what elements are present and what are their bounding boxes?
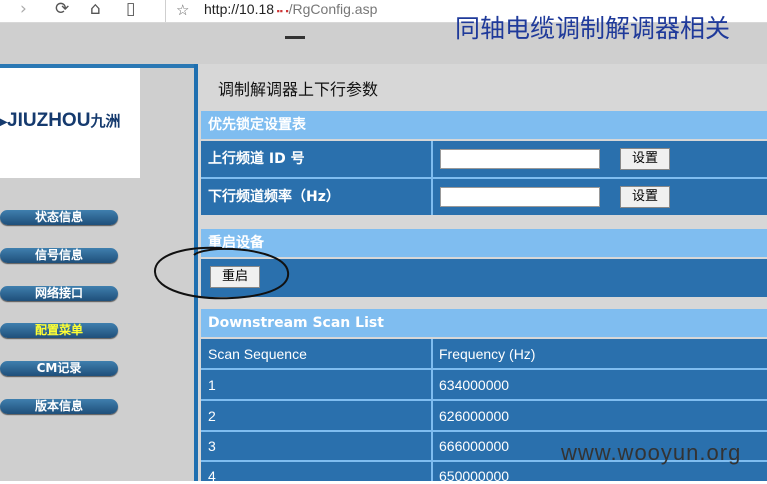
- menu-item-signal[interactable]: 信号信息: [0, 248, 118, 263]
- scan-list-header: Downstream Scan List: [201, 309, 767, 337]
- table-cell-sequence: 2: [208, 408, 216, 424]
- favorite-star-icon[interactable]: ☆: [176, 0, 189, 20]
- table-cell-sequence: 1: [208, 377, 216, 393]
- home-icon[interactable]: ⌂: [90, 0, 101, 19]
- downstream-row: 下行频道频率（Hz） 设置: [201, 179, 767, 215]
- upstream-row: 上行频道 ID 号 设置: [201, 141, 767, 177]
- upstream-channel-input[interactable]: [440, 149, 600, 169]
- divider-mark: [285, 36, 305, 39]
- downstream-frequency-input[interactable]: [440, 187, 600, 207]
- column-header-frequency: Frequency (Hz): [439, 346, 536, 362]
- downstream-label: 下行频道频率（Hz）: [208, 189, 340, 205]
- table-cell-sequence: 3: [208, 438, 216, 454]
- menu-item-network[interactable]: 网络接口: [0, 286, 118, 301]
- menu-item-cm-log[interactable]: CM记录: [0, 361, 118, 376]
- menu-item-config[interactable]: 配置菜单: [0, 323, 118, 338]
- watermark: www.wooyun.org: [561, 440, 742, 465]
- upstream-label: 上行频道 ID 号: [208, 151, 305, 167]
- jiuzhou-logo: ▸JIUZHOU九洲: [0, 110, 121, 131]
- logo-box: ▸JIUZHOU九洲: [0, 68, 140, 178]
- cell-separator: [431, 179, 433, 215]
- menu-item-status[interactable]: 状态信息: [0, 210, 118, 225]
- page-title: 调制解调器上下行参数: [218, 80, 379, 99]
- table-cell-frequency: 666000000: [439, 438, 510, 454]
- url-text: http://10.18 ▪▪ ▪/RgConfig.asp: [204, 1, 378, 17]
- downstream-set-button[interactable]: 设置: [620, 186, 670, 208]
- upstream-set-button[interactable]: 设置: [620, 148, 670, 170]
- row-separator: [201, 430, 767, 432]
- column-header-sequence: Scan Sequence: [208, 346, 307, 362]
- forward-icon[interactable]: ›: [20, 0, 27, 19]
- priority-lock-header: 优先锁定设置表: [201, 111, 767, 139]
- row-separator: [201, 399, 767, 401]
- table-cell-sequence: 4: [208, 468, 216, 484]
- table-cell-frequency: 634000000: [439, 377, 510, 393]
- cell-separator: [431, 141, 433, 177]
- hand-drawn-circle-annotation: [153, 246, 290, 300]
- row-separator: [201, 368, 767, 370]
- menu-item-version[interactable]: 版本信息: [0, 399, 118, 414]
- reading-view-icon[interactable]: ▯: [126, 0, 135, 19]
- table-cell-frequency: 650000000: [439, 468, 510, 484]
- page-headline: 同轴电缆调制解调器相关: [455, 14, 731, 43]
- refresh-icon[interactable]: ⟳: [55, 0, 69, 19]
- table-cell-frequency: 626000000: [439, 408, 510, 424]
